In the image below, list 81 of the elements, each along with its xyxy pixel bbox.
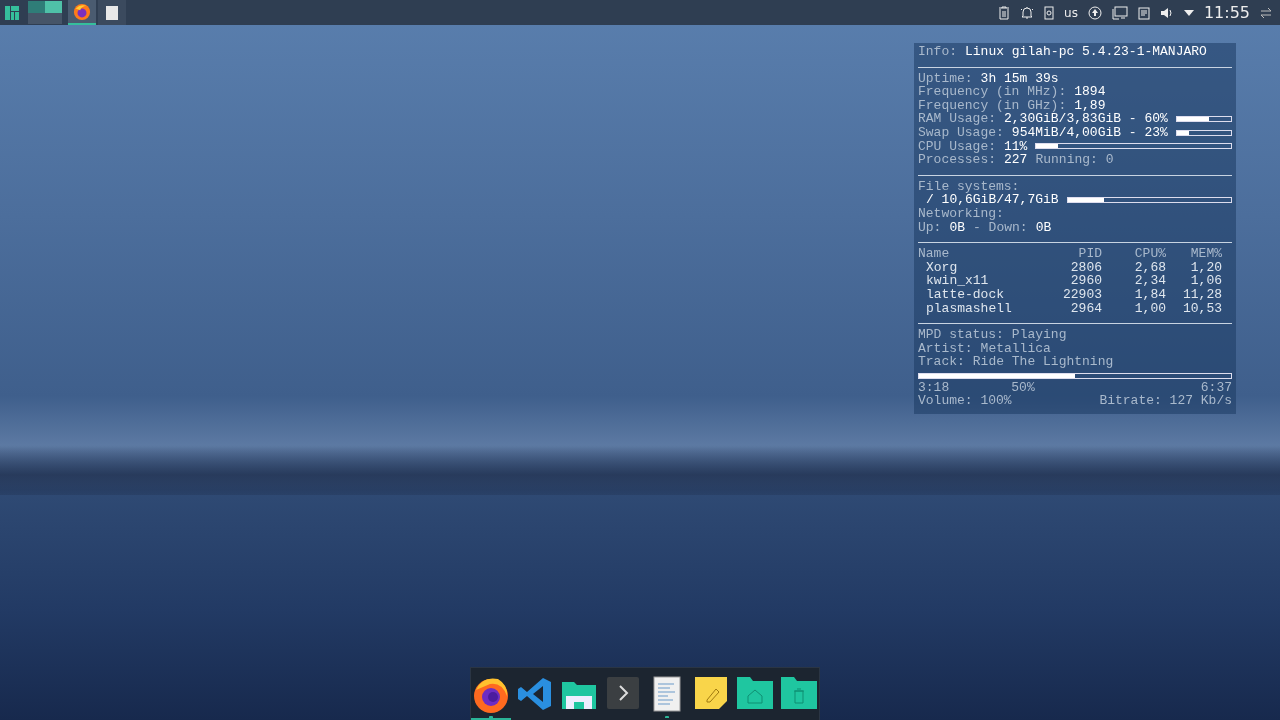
- monitor-text: 1894: [1074, 85, 1106, 99]
- monitor-text: Running: 0: [1035, 153, 1114, 167]
- phone-icon[interactable]: [1044, 5, 1055, 20]
- speaker-icon[interactable]: [1159, 5, 1174, 20]
- triangle-icon[interactable]: [1183, 8, 1194, 17]
- total-time: 6:37: [1200, 380, 1232, 395]
- table-cell-text: 2964: [1069, 301, 1102, 316]
- column-header: CPU%: [1133, 247, 1166, 261]
- monitor-text: 2,30GiB/3,83GiB - 60%: [1004, 112, 1168, 126]
- firefox-icon: [73, 2, 91, 21]
- monitor-text: Up:: [918, 220, 942, 235]
- monitor-text: Processes:: [918, 153, 996, 167]
- monitor-text: 0B: [949, 220, 965, 235]
- text-document-icon: [653, 676, 681, 712]
- monitor-text: Playing: [1011, 328, 1067, 342]
- browser-task[interactable]: [68, 0, 96, 25]
- clock[interactable]: 11:55: [1203, 3, 1250, 22]
- clipboard-icon[interactable]: [1137, 5, 1150, 20]
- monitor-text: 0B: [1035, 220, 1052, 235]
- monitor-text: Networking:: [918, 206, 1004, 221]
- usage-bar: [1175, 129, 1232, 136]
- monitor-text: Artist:: [918, 341, 973, 356]
- document-icon: [105, 4, 119, 21]
- update-icon[interactable]: [1087, 5, 1102, 20]
- desktop-pager[interactable]: [28, 1, 62, 24]
- table-cell-text: 2806: [1069, 260, 1102, 275]
- table-cell: 22903: [1062, 287, 1102, 302]
- table-cell-text: 1,20: [1189, 260, 1222, 275]
- table-cell-text: plasmashell: [925, 301, 1013, 316]
- table-cell-text: 2960: [1069, 274, 1102, 288]
- table-cell-text: 2,34: [1133, 274, 1166, 288]
- monitor-icon[interactable]: [1111, 5, 1128, 20]
- table-cell-text: Xorg: [925, 260, 958, 275]
- home-folder-icon: [736, 676, 774, 710]
- monitor-text: / 10,6GiB/47,7GiB: [926, 193, 1059, 207]
- sticky-note-icon: [694, 676, 728, 710]
- monitor-text: CPU Usage:: [918, 139, 996, 154]
- column-header: Name: [918, 247, 951, 261]
- code-editor-icon: [517, 676, 553, 712]
- terminal-icon: [606, 676, 640, 710]
- monitor-text: Swap Usage:: [918, 125, 1004, 140]
- monitor-text: 1,89: [1074, 98, 1106, 113]
- keyboard-layout[interactable]: us: [1064, 5, 1078, 20]
- table-cell-text: 1,84: [1133, 287, 1166, 302]
- table-cell-text: kwin_x11: [925, 274, 990, 288]
- monitor-text: MPD status:: [918, 328, 1004, 342]
- monitor-text: Linux gilah-pc 5.4.23-1-MANJARO: [965, 45, 1207, 59]
- bell-icon[interactable]: [1020, 5, 1035, 20]
- monitor-text: 227: [1004, 153, 1028, 167]
- bitrate-text: Bitrate: 127 Kb/s: [1099, 394, 1232, 409]
- monitor-text: Track:: [918, 355, 965, 369]
- monitor-text: Frequency (in GHz):: [918, 98, 1067, 113]
- table-cell-text: 11,28: [1182, 287, 1222, 302]
- progress-percent: 50%: [1011, 380, 1035, 395]
- table-cell-text: latte-dock: [925, 287, 1005, 302]
- monitor-text: Info:: [918, 45, 957, 59]
- monitor-text: Ride The Lightning: [972, 355, 1114, 369]
- monitor-text: Metallica: [980, 341, 1051, 356]
- monitor-text: 3h 15m 39s: [980, 71, 1059, 86]
- column-header: MEM%: [1189, 247, 1222, 261]
- elapsed-time: 3:18: [918, 380, 950, 395]
- monitor-text: Uptime:: [918, 71, 973, 86]
- table-cell-text: 2,68: [1133, 260, 1166, 275]
- table-cell-text: 1,00: [1133, 301, 1166, 316]
- monitor-text: File systems:: [918, 179, 1020, 194]
- monitor-text: 11%: [1004, 139, 1028, 154]
- monitor-text: 954MiB/4,00GiB - 23%: [1011, 125, 1168, 140]
- table-cell-text: 10,53: [1182, 301, 1222, 316]
- column-header: PID: [1077, 247, 1102, 261]
- monitor-text: - Down:: [973, 220, 1028, 235]
- arrows-icon[interactable]: [1260, 6, 1272, 19]
- app-menu-icon[interactable]: [4, 4, 20, 21]
- document-task[interactable]: [98, 0, 126, 25]
- trash-folder-icon: [780, 676, 818, 710]
- monitor-text: Frequency (in MHz):: [918, 85, 1067, 99]
- monitor-text: RAM Usage:: [918, 112, 996, 126]
- volume-text: Volume: 100%: [918, 394, 1012, 409]
- usage-bar: [1175, 116, 1232, 123]
- table-cell-text: 1,06: [1189, 274, 1222, 288]
- firefox-icon: [472, 676, 510, 714]
- trash-icon[interactable]: [998, 5, 1011, 20]
